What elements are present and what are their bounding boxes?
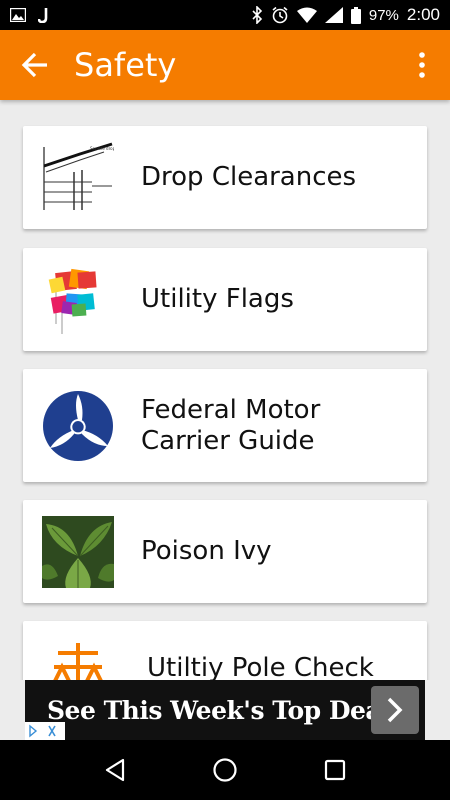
status-time: 2:00 (406, 5, 440, 24)
home-circle-icon (213, 758, 237, 782)
ad-choices-icon (29, 724, 56, 738)
recents-square-icon (324, 759, 346, 781)
ad-choices-badge[interactable] (25, 722, 65, 740)
list-item-utility-flags[interactable]: Utility Flags (23, 248, 427, 351)
list-item-federal-motor-carrier-guide[interactable]: Federal Motor Carrier Guide (23, 369, 427, 482)
image-icon (10, 8, 26, 22)
status-bar: 97% 2:00 (0, 0, 450, 30)
list-item-drop-clearances[interactable]: Service drop Drop Clearances (23, 126, 427, 229)
list-item-label: Utility Flags (141, 284, 294, 314)
list-item-poison-ivy[interactable]: Poison Ivy (23, 500, 427, 603)
poison-ivy-photo (42, 515, 114, 588)
svg-text:Service drop: Service drop (90, 146, 114, 151)
back-button[interactable] (0, 30, 70, 100)
safety-list[interactable]: Service drop Drop Clearances Utility Fla… (0, 100, 450, 680)
label-line-2: Carrier Guide (141, 425, 315, 456)
list-item-utility-pole-check[interactable]: Utiltiy Pole Check (23, 621, 427, 680)
fmcsa-logo (42, 390, 114, 462)
system-nav-bar (0, 740, 450, 800)
utility-flags-image (42, 264, 114, 336)
chevron-right-icon (387, 697, 403, 723)
ad-text: See This Week's Top Deals (47, 695, 404, 725)
list-item-label: Federal Motor Carrier Guide (141, 395, 320, 457)
alarm-icon (271, 6, 289, 24)
nav-back-button[interactable] (90, 745, 140, 795)
app-bar: Safety (0, 30, 450, 100)
drop-clearances-diagram: Service drop (42, 141, 114, 214)
list-item-label: Poison Ivy (141, 536, 272, 566)
list-item-label: Utiltiy Pole Check (147, 653, 374, 680)
utility-pole-icon (42, 637, 114, 680)
battery-icon (350, 6, 361, 24)
back-arrow-icon (21, 52, 47, 78)
nav-recents-button[interactable] (310, 745, 360, 795)
signal-icon (324, 7, 343, 23)
wifi-icon (296, 7, 317, 23)
nav-home-button[interactable] (200, 745, 250, 795)
page-title: Safety (74, 46, 177, 84)
back-triangle-icon (105, 758, 125, 782)
battery-percent: 97% (368, 6, 399, 24)
more-vert-icon (419, 52, 425, 78)
overflow-menu-button[interactable] (394, 30, 450, 100)
j-icon (38, 7, 50, 23)
label-line-1: Federal Motor (141, 394, 321, 425)
bluetooth-icon (251, 6, 263, 24)
list-item-label: Drop Clearances (141, 162, 357, 192)
ad-banner[interactable]: See This Week's Top Deals (25, 680, 425, 740)
ad-arrow-button[interactable] (371, 686, 419, 734)
